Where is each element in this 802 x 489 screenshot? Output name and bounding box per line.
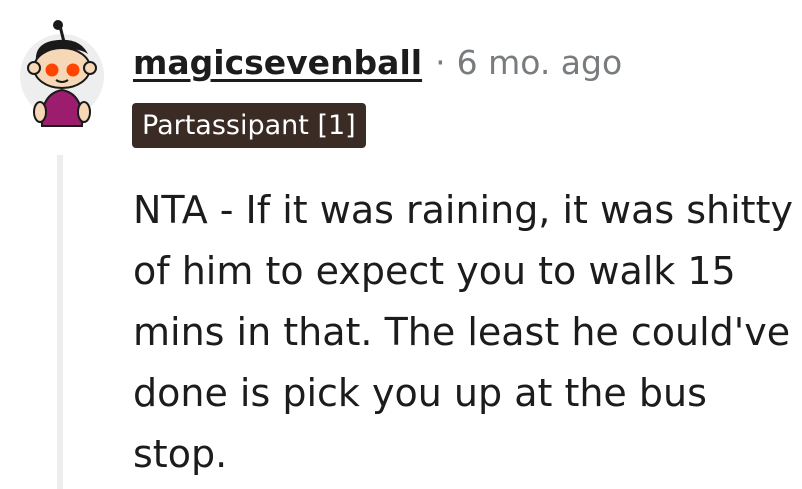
- thread-line[interactable]: [57, 155, 63, 489]
- username-link[interactable]: magicsevenball: [133, 43, 422, 82]
- user-flair-badge: Partassipant [1]: [132, 103, 366, 148]
- comment-meta: magicsevenball · 6 mo. ago: [133, 40, 622, 84]
- meta-separator: ·: [435, 42, 446, 82]
- comment-body: NTA - If it was raining, it was shitty o…: [133, 188, 793, 476]
- comment-timestamp[interactable]: 6 mo. ago: [457, 43, 623, 82]
- snoo-avatar-icon[interactable]: [20, 18, 104, 130]
- comment: magicsevenball · 6 mo. ago Partassipant …: [0, 0, 802, 489]
